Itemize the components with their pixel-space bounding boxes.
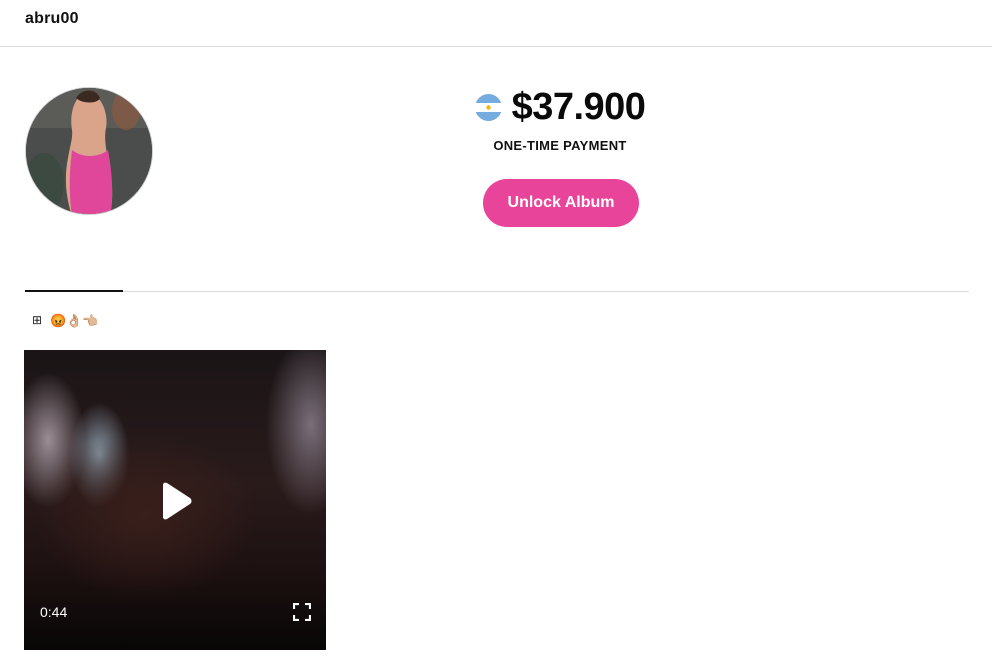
- unlock-album-button[interactable]: Unlock Album: [483, 179, 639, 227]
- album-tab[interactable]: ⊞ 😡👌🏼👈🏼: [32, 310, 99, 330]
- username[interactable]: abru00: [25, 10, 79, 28]
- play-icon[interactable]: [159, 482, 193, 520]
- avatar-photo: [26, 88, 152, 214]
- price-row: $37.900: [440, 84, 680, 130]
- tab-divider: [25, 291, 969, 292]
- top-bar: abru00: [0, 0, 992, 47]
- price-block: $37.900 ONE-TIME PAYMENT: [440, 84, 680, 153]
- price-amount: $37.900: [511, 85, 646, 128]
- avatar: [25, 87, 153, 215]
- grid-icon: ⊞: [32, 313, 43, 327]
- album-title: 😡👌🏼👈🏼: [50, 312, 99, 328]
- payment-type-label: ONE-TIME PAYMENT: [493, 138, 627, 153]
- fullscreen-icon[interactable]: [293, 603, 311, 621]
- video-duration: 0:44: [40, 604, 68, 620]
- active-tab-indicator: [25, 290, 123, 292]
- argentina-flag-icon: [474, 93, 502, 121]
